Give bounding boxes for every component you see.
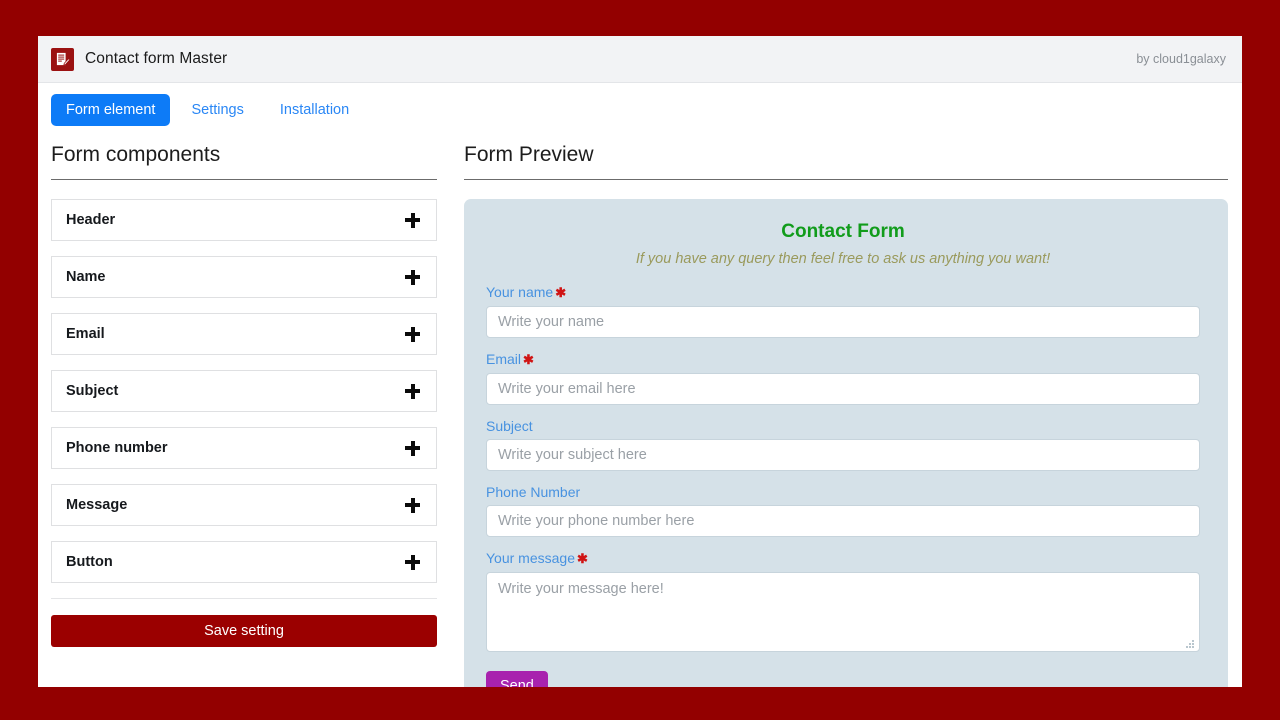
tab-settings[interactable]: Settings bbox=[176, 94, 258, 126]
preview-form-subtitle: If you have any query then feel free to … bbox=[635, 251, 1051, 267]
component-card-subject[interactable]: Subject bbox=[51, 370, 437, 412]
component-label: Subject bbox=[66, 383, 119, 399]
component-label: Phone number bbox=[66, 440, 168, 456]
label-text: Email bbox=[486, 351, 522, 367]
plus-icon[interactable] bbox=[405, 269, 420, 285]
message-wrapper bbox=[486, 572, 1200, 652]
field-label-subject: Subject bbox=[486, 418, 533, 434]
section-divider bbox=[51, 179, 437, 180]
field-group-your-message: Your message ✱ bbox=[486, 550, 1200, 652]
form-components-heading: Form components bbox=[51, 143, 221, 166]
required-asterisk: ✱ bbox=[523, 352, 534, 367]
required-asterisk: ✱ bbox=[555, 285, 567, 300]
field-group-email: Email ✱ bbox=[486, 351, 1200, 405]
label-text: Your message bbox=[486, 550, 575, 566]
component-card-header[interactable]: Header bbox=[51, 199, 437, 241]
field-label-phone-number: Phone Number bbox=[486, 484, 581, 500]
field-group-subject: Subject bbox=[486, 418, 1200, 471]
tab-form-element[interactable]: Form element bbox=[51, 94, 171, 126]
component-card-message[interactable]: Message bbox=[51, 484, 437, 526]
component-label: Message bbox=[66, 497, 128, 513]
required-asterisk: ✱ bbox=[576, 551, 588, 566]
form-document-pencil-icon bbox=[51, 47, 74, 71]
field-group-phone-number: Phone Number bbox=[486, 484, 1200, 537]
input-email[interactable] bbox=[486, 373, 1200, 405]
component-label: Email bbox=[66, 326, 105, 342]
plus-icon[interactable] bbox=[405, 212, 420, 228]
tab-bar: Form element Settings Installation bbox=[38, 83, 1242, 138]
field-group-your-name: Your name ✱ bbox=[486, 284, 1200, 338]
component-label: Name bbox=[66, 269, 106, 285]
section-divider bbox=[464, 179, 1228, 180]
component-card-phone-number[interactable]: Phone number bbox=[51, 427, 437, 469]
send-button[interactable]: Send bbox=[486, 671, 548, 687]
input-phone-number[interactable] bbox=[486, 505, 1200, 537]
input-your-message[interactable] bbox=[486, 572, 1200, 652]
form-components-panel: Form components Header Name Email Subjec… bbox=[51, 138, 437, 687]
title-bar: Contact form Master by cloud1galaxy bbox=[38, 36, 1242, 83]
save-setting-button[interactable]: Save setting bbox=[51, 615, 437, 647]
component-card-email[interactable]: Email bbox=[51, 313, 437, 355]
plus-icon[interactable] bbox=[405, 497, 420, 513]
preview-form-title: Contact Form bbox=[781, 221, 905, 242]
form-preview-box: Contact Form If you have any query then … bbox=[464, 199, 1228, 687]
component-label: Header bbox=[66, 212, 116, 228]
app-title: Contact form Master bbox=[85, 50, 228, 67]
plus-icon[interactable] bbox=[405, 383, 420, 399]
form-preview-panel: Form Preview Contact Form If you have an… bbox=[464, 138, 1228, 687]
attribution-text: by cloud1galaxy bbox=[1136, 52, 1226, 66]
label-text: Your name bbox=[486, 284, 554, 300]
plus-icon[interactable] bbox=[405, 440, 420, 456]
input-your-name[interactable] bbox=[486, 306, 1200, 338]
tab-installation[interactable]: Installation bbox=[265, 94, 364, 126]
field-label-your-name: Your name ✱ bbox=[486, 284, 1200, 301]
plus-icon[interactable] bbox=[405, 326, 420, 342]
save-divider bbox=[51, 598, 437, 599]
form-preview-heading: Form Preview bbox=[464, 143, 594, 166]
component-card-button[interactable]: Button bbox=[51, 541, 437, 583]
component-label: Button bbox=[66, 554, 113, 570]
component-card-name[interactable]: Name bbox=[51, 256, 437, 298]
field-label-email: Email ✱ bbox=[486, 351, 1200, 368]
content-area: Form components Header Name Email Subjec… bbox=[38, 138, 1242, 687]
input-subject[interactable] bbox=[486, 439, 1200, 471]
plus-icon[interactable] bbox=[405, 554, 420, 570]
field-label-your-message: Your message ✱ bbox=[486, 550, 1200, 567]
app-window: Contact form Master by cloud1galaxy Form… bbox=[38, 36, 1242, 687]
